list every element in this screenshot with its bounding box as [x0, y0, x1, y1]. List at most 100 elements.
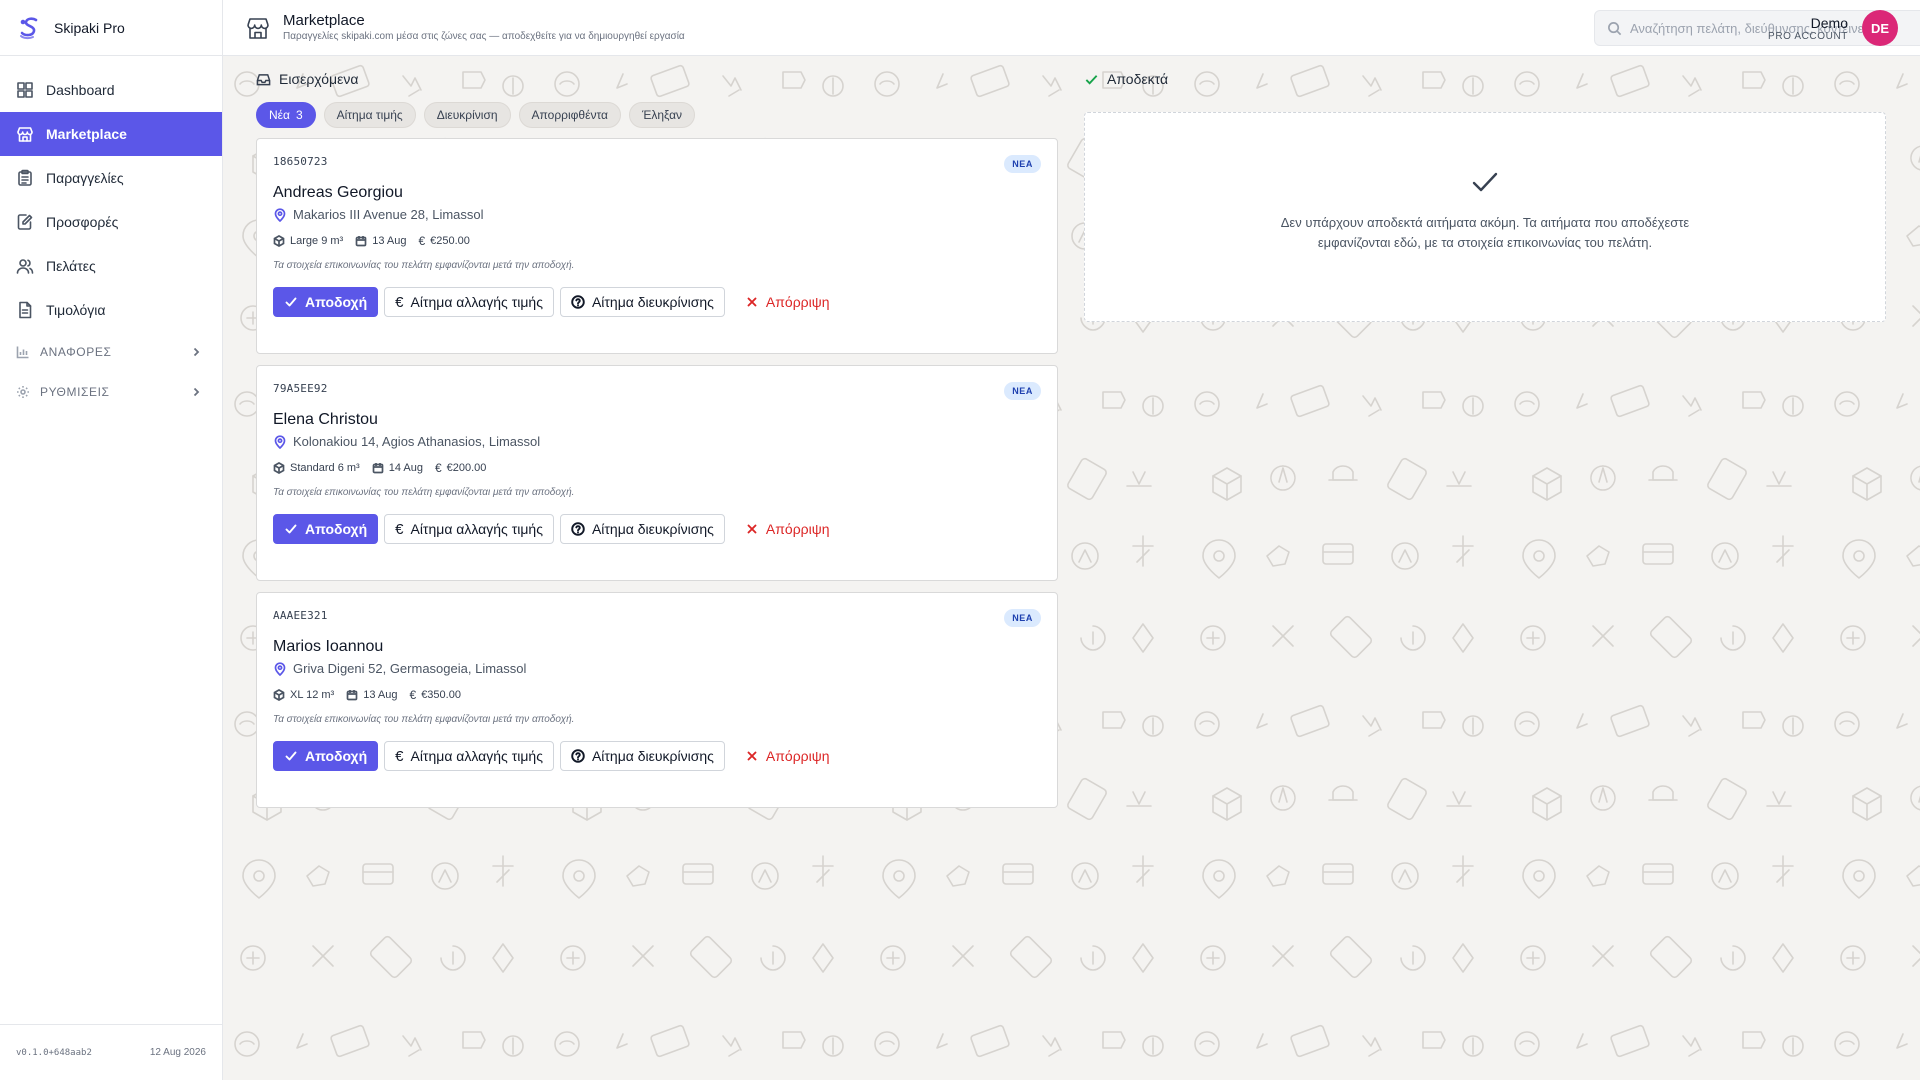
- button-label: Αίτημα διευκρίνισης: [591, 748, 714, 764]
- clipboard-icon: [18, 169, 32, 186]
- filter-chip-rejected[interactable]: Απορριφθέντα: [518, 102, 621, 128]
- accepted-title: Αποδεκτά: [1107, 71, 1169, 87]
- order-price: €200.00: [446, 462, 487, 474]
- order-cards: 18650723 ΝΕΑ Andreas Georgiou Makarios I…: [256, 138, 1058, 808]
- sidebar-item-label: Marketplace: [46, 126, 127, 142]
- order-card: 18650723 ΝΕΑ Andreas Georgiou Makarios I…: [256, 138, 1058, 354]
- button-label: Απόρριψη: [765, 748, 830, 764]
- sidebar-footer: v0.1.0+648aab2 12 Aug 2026: [0, 1024, 222, 1080]
- users-icon: [16, 259, 34, 274]
- incoming-title: Εισερχόμενα: [279, 71, 359, 87]
- map-pin-icon: [274, 434, 286, 449]
- main-content: Εισερχόμενα Νέα 3 Αίτημα τιμής Διευκρίνι…: [223, 56, 1920, 1080]
- calendar-icon: [372, 463, 384, 474]
- user-menu[interactable]: Demo PRO ACCOUNT DE: [1768, 10, 1898, 46]
- reject-button[interactable]: Απόρριψη: [731, 287, 840, 317]
- order-price: €250.00: [430, 235, 470, 247]
- filter-chip-expired[interactable]: Έληξαν: [628, 102, 696, 128]
- sidebar-item-offers[interactable]: Προσφορές: [0, 200, 222, 244]
- button-label: Απόρριψη: [765, 294, 830, 310]
- accepted-empty-state: Δεν υπάρχουν αποδεκτά αιτήματα ακόμη. Τα…: [1084, 112, 1886, 322]
- gear-icon: [17, 386, 29, 398]
- accepted-header: Αποδεκτά: [1084, 56, 1886, 102]
- price-change-request-button[interactable]: € Αίτημα αλλαγής τιμής: [384, 287, 554, 317]
- order-address: Griva Digeni 52, Germasogeia, Limassol: [273, 661, 1041, 676]
- sidebar-item-label: Παραγγελίες: [46, 170, 124, 186]
- accept-button[interactable]: Αποδοχή: [273, 514, 379, 544]
- filter-chip-price-request[interactable]: Αίτημα τιμής: [323, 102, 416, 128]
- clarification-request-button[interactable]: Αίτημα διευκρίνισης: [559, 287, 725, 317]
- check-icon: [285, 524, 297, 534]
- edit-document-icon: [17, 214, 33, 230]
- top-header: Marketplace Παραγγελίες skipaki.com μέσα…: [223, 0, 1920, 56]
- accept-button[interactable]: Αποδοχή: [273, 287, 379, 317]
- contact-note: Τα στοιχεία επικοινωνίας του πελάτη εμφα…: [273, 487, 575, 498]
- sidebar-item-marketplace[interactable]: Marketplace: [0, 112, 222, 156]
- sidebar-group-settings[interactable]: ΡΥΘΜΙΣΕΙΣ: [0, 372, 222, 412]
- brand[interactable]: Skipaki Pro: [0, 0, 222, 56]
- filter-chip-new[interactable]: Νέα 3: [256, 102, 316, 128]
- container-size: Standard 6 m³: [290, 462, 360, 474]
- check-icon: [285, 297, 297, 307]
- avatar[interactable]: DE: [1862, 10, 1898, 46]
- box-icon: [273, 689, 285, 701]
- order-meta: Large 9 m³ 13 Aug € €250.00: [273, 234, 1041, 248]
- reject-button[interactable]: Απόρριψη: [731, 514, 840, 544]
- filter-label: Νέα: [269, 108, 290, 122]
- reject-button[interactable]: Απόρριψη: [731, 741, 840, 771]
- empty-state-text: Δεν υπάρχουν αποδεκτά αιτήματα ακόμη. Τα…: [1280, 215, 1690, 250]
- check-icon: [285, 751, 297, 761]
- sidebar-item-orders[interactable]: Παραγγελίες: [0, 156, 222, 200]
- store-icon: [17, 127, 33, 142]
- filter-chip-clarification[interactable]: Διευκρίνιση: [423, 102, 511, 128]
- order-id: 18650723: [273, 155, 328, 168]
- help-circle-icon: [571, 749, 585, 763]
- user-name: Demo: [1810, 14, 1848, 31]
- footer-date: 12 Aug 2026: [149, 1047, 206, 1058]
- store-icon: [247, 17, 269, 39]
- sidebar-item-dashboard[interactable]: Dashboard: [0, 68, 222, 112]
- bar-chart-icon: [16, 346, 29, 359]
- customer-name: Marios Ioannou: [273, 638, 384, 655]
- close-icon: [747, 297, 757, 307]
- status-badge: ΝΕΑ: [1004, 609, 1041, 627]
- clarification-request-button[interactable]: Αίτημα διευκρίνισης: [559, 741, 725, 771]
- filter-label: Έληξαν: [641, 108, 683, 122]
- price-change-request-button[interactable]: € Αίτημα αλλαγής τιμής: [384, 741, 554, 771]
- sidebar-group-reports[interactable]: ΑΝΑΦΟΡΕΣ: [0, 332, 222, 372]
- app-name: Skipaki Pro: [54, 19, 125, 36]
- dashboard-icon: [17, 82, 33, 98]
- euro-icon: €: [409, 688, 417, 702]
- accept-button[interactable]: Αποδοχή: [273, 741, 379, 771]
- sidebar: Skipaki Pro Dashboard Marketplace Παραγγ…: [0, 0, 223, 1080]
- button-label: Απόρριψη: [765, 521, 830, 537]
- check-icon: [1085, 74, 1098, 85]
- clarification-request-button[interactable]: Αίτημα διευκρίνισης: [559, 514, 725, 544]
- sidebar-item-customers[interactable]: Πελάτες: [0, 244, 222, 288]
- check-icon: [1472, 172, 1498, 192]
- order-price: €350.00: [421, 689, 461, 701]
- search-icon: [1608, 21, 1622, 35]
- filter-label: Αίτημα τιμής: [336, 108, 403, 122]
- chevron-right-icon: [193, 347, 200, 357]
- button-label: Αίτημα διευκρίνισης: [591, 521, 714, 537]
- customer-name: Elena Christou: [273, 411, 378, 428]
- euro-icon: €: [395, 520, 404, 538]
- filter-label: Διευκρίνιση: [436, 108, 498, 122]
- card-actions: Αποδοχή € Αίτημα αλλαγής τιμής Αίτημα διε…: [273, 514, 1041, 544]
- sidebar-item-invoices[interactable]: Τιμολόγια: [0, 288, 222, 332]
- address-text: Griva Digeni 52, Germasogeia, Limassol: [293, 661, 527, 676]
- calendar-icon: [355, 236, 367, 247]
- price-change-request-button[interactable]: € Αίτημα αλλαγής τιμής: [384, 514, 554, 544]
- filter-count: 3: [295, 108, 303, 122]
- card-actions: Αποδοχή € Αίτημα αλλαγής τιμής Αίτημα διε…: [273, 741, 1041, 771]
- sidebar-group-label: ΑΝΑΦΟΡΕΣ: [40, 345, 112, 359]
- help-circle-icon: [571, 522, 585, 536]
- app-version: v0.1.0+648aab2: [16, 1047, 92, 1058]
- skipaki-logo-icon: [20, 16, 38, 39]
- incoming-section: Εισερχόμενα Νέα 3 Αίτημα τιμής Διευκρίνι…: [256, 56, 1058, 808]
- order-meta: XL 12 m³ 13 Aug € €350.00: [273, 688, 1041, 702]
- button-label: Αποδοχή: [305, 748, 368, 764]
- card-actions: Αποδοχή € Αίτημα αλλαγής τιμής Αίτημα διε…: [273, 287, 1041, 317]
- address-text: Makarios III Avenue 28, Limassol: [293, 207, 484, 222]
